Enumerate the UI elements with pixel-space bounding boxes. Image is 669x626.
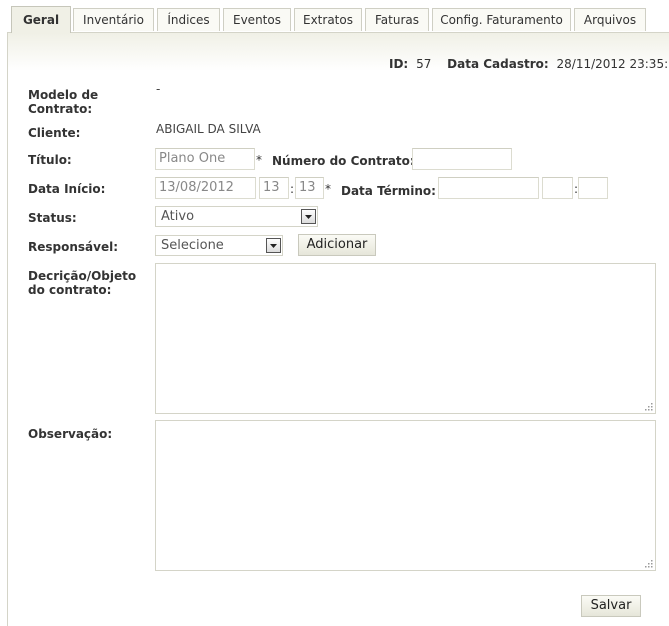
cadastro-label: Data Cadastro: <box>447 57 549 71</box>
id-label: ID: <box>389 57 409 71</box>
data-inicio-input[interactable]: 13/08/2012 <box>155 177 256 199</box>
tab-arquivos[interactable]: Arquivos <box>574 8 646 31</box>
chevron-down-icon[interactable] <box>301 209 316 224</box>
data-termino-label: Data Término: <box>341 184 436 198</box>
responsavel-select[interactable]: Selecione <box>155 235 283 256</box>
modelo-value: - <box>156 82 161 96</box>
modelo-label: Modelo de Contrato: <box>28 88 99 116</box>
tab-faturas[interactable]: Faturas <box>365 8 429 31</box>
responsavel-label: Responsável: <box>28 240 119 254</box>
cadastro-value: 28/11/2012 23:35:22 <box>556 57 669 71</box>
data-inicio-label: Data Início: <box>28 182 106 196</box>
cliente-value: ABIGAIL DA SILVA <box>156 122 261 136</box>
tab-extratos[interactable]: Extratos <box>294 8 362 31</box>
resize-grip-icon[interactable] <box>643 401 653 411</box>
status-select-value: Ativo <box>161 209 195 224</box>
record-meta: ID: 57 Data Cadastro: 28/11/2012 23:35:2… <box>389 57 669 71</box>
tab-indices[interactable]: Índices <box>157 8 220 31</box>
data-inicio-required-mark: * <box>325 182 331 196</box>
tab-panel-geral: ID: 57 Data Cadastro: 28/11/2012 23:35:2… <box>7 32 669 626</box>
observacao-textarea[interactable] <box>155 420 656 571</box>
responsavel-select-value: Selecione <box>161 238 224 253</box>
tab-config-faturamento[interactable]: Config. Faturamento <box>432 8 571 31</box>
resize-grip-icon[interactable] <box>643 558 653 568</box>
descricao-label: Decrição/Objeto do contrato: <box>28 269 137 297</box>
status-select[interactable]: Ativo <box>155 206 318 227</box>
hora-inicio-input[interactable]: 13 <box>259 177 289 199</box>
hora-inicio-separator: : <box>290 182 295 196</box>
numero-contrato-label: Número do Contrato: <box>272 154 415 168</box>
observacao-label: Observação: <box>28 427 113 441</box>
descricao-textarea[interactable] <box>155 263 656 414</box>
hora-termino-input[interactable] <box>542 177 573 199</box>
status-label: Status: <box>28 211 77 225</box>
minuto-inicio-input[interactable]: 13 <box>295 177 324 199</box>
id-value: 57 <box>416 57 432 71</box>
cliente-label: Cliente: <box>28 126 81 140</box>
tab-eventos[interactable]: Eventos <box>223 8 291 31</box>
titulo-required-mark: * <box>256 153 262 167</box>
minuto-termino-input[interactable] <box>578 177 608 199</box>
titulo-input[interactable]: Plano One <box>155 148 255 170</box>
tab-inventario[interactable]: Inventário <box>73 8 154 31</box>
chevron-down-icon[interactable] <box>266 238 281 253</box>
titulo-label: Título: <box>28 153 72 167</box>
salvar-button[interactable]: Salvar <box>581 595 641 617</box>
numero-contrato-input[interactable] <box>412 148 512 170</box>
data-termino-input[interactable] <box>438 177 539 199</box>
adicionar-button[interactable]: Adicionar <box>298 234 376 256</box>
tab-bar: Geral Inventário Índices Eventos Extrato… <box>0 0 669 34</box>
tab-geral[interactable]: Geral <box>11 6 71 33</box>
